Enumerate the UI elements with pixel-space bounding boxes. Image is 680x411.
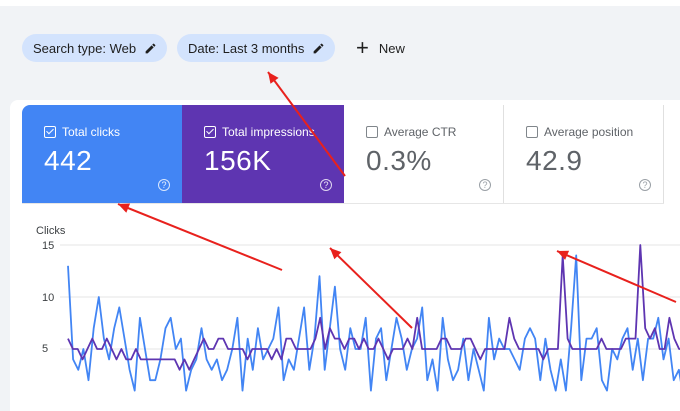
arrowhead-icon: [268, 72, 279, 84]
clicks-impressions-line-chart: [60, 71, 680, 392]
annotation-arrow: [117, 203, 283, 271]
annotation-arrow: [267, 71, 346, 177]
series-line-clicks: [67, 254, 680, 392]
annotation-arrow: [329, 247, 413, 329]
